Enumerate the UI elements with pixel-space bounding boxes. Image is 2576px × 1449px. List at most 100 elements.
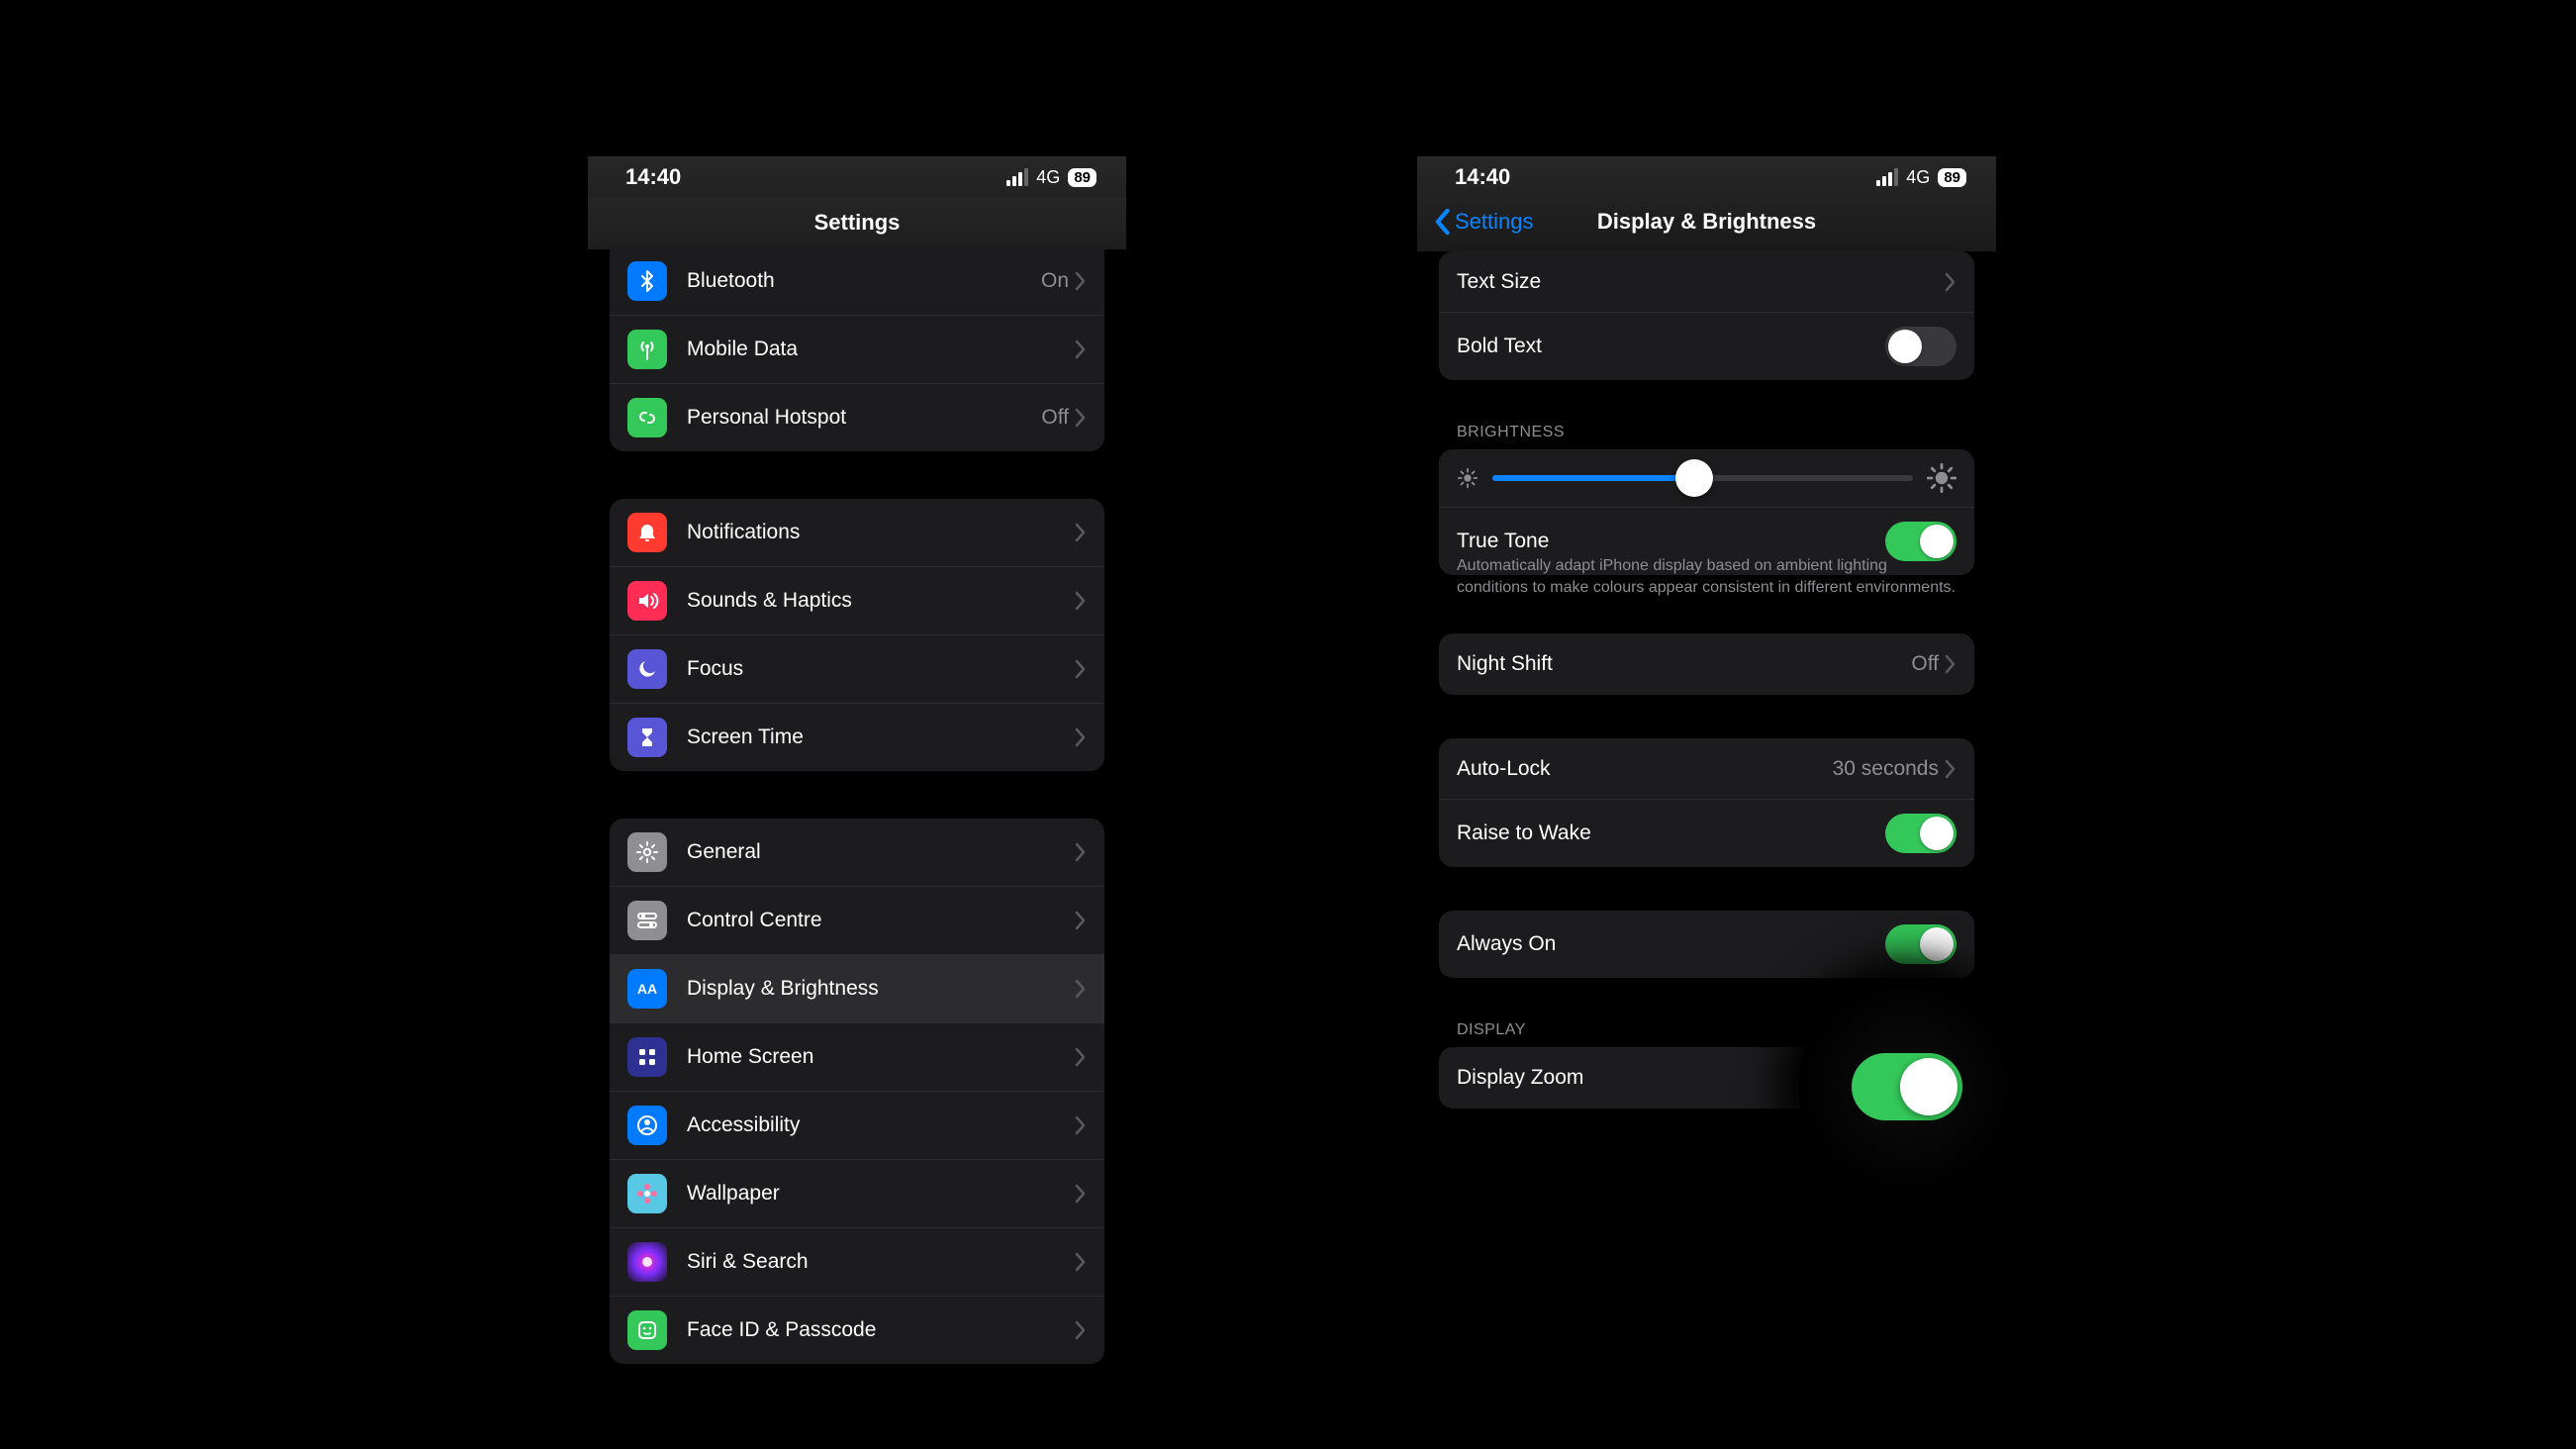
group-lock: Auto-Lock 30 seconds Raise to Wake bbox=[1439, 738, 1974, 867]
svg-text:AA: AA bbox=[637, 981, 657, 997]
row-label: Home Screen bbox=[687, 1045, 1075, 1069]
row-label: Siri & Search bbox=[687, 1250, 1075, 1274]
true-tone-footnote: Automatically adapt iPhone display based… bbox=[1457, 555, 1956, 598]
chevron-right-icon bbox=[1075, 591, 1087, 611]
antenna-icon bbox=[627, 330, 667, 369]
link-icon bbox=[627, 398, 667, 437]
chevron-right-icon bbox=[1075, 842, 1087, 862]
battery-pill: 89 bbox=[1068, 168, 1097, 187]
row-label: Auto-Lock bbox=[1457, 757, 1833, 781]
display-brightness-screen: 14:40 4G 89 Settings Display & Brightnes… bbox=[1417, 156, 1996, 1109]
row-text-size[interactable]: Text Size bbox=[1439, 251, 1974, 313]
settings-screen: 14:40 4G 89 Settings BluetoothOn Mobile D… bbox=[588, 156, 1126, 1364]
settings-row-wallpaper[interactable]: Wallpaper bbox=[610, 1160, 1104, 1228]
chevron-right-icon bbox=[1945, 759, 1956, 779]
speaker-icon bbox=[627, 581, 667, 621]
chevron-right-icon bbox=[1075, 1252, 1087, 1272]
always-on-toggle-zoomed[interactable] bbox=[1852, 1053, 1962, 1120]
group-night-shift: Night Shift Off bbox=[1439, 633, 1974, 695]
chevron-right-icon bbox=[1075, 1184, 1087, 1204]
chevron-right-icon bbox=[1075, 1320, 1087, 1340]
chevron-right-icon bbox=[1075, 1115, 1087, 1135]
settings-group-alerts: Notifications Sounds & Haptics Focus Screen… bbox=[610, 499, 1104, 771]
raise-to-wake-toggle[interactable] bbox=[1885, 814, 1956, 853]
row-value: 30 seconds bbox=[1833, 757, 1939, 781]
grid-icon bbox=[627, 1037, 667, 1077]
row-value: On bbox=[1041, 269, 1069, 293]
network-label: 4G bbox=[1906, 167, 1930, 188]
settings-row-accessibility[interactable]: Accessibility bbox=[610, 1092, 1104, 1160]
row-label: Control Centre bbox=[687, 909, 1075, 932]
chevron-right-icon bbox=[1075, 911, 1087, 930]
bluetooth-icon bbox=[627, 261, 667, 301]
row-label: Sounds & Haptics bbox=[687, 589, 1075, 613]
settings-row-mobile-data[interactable]: Mobile Data bbox=[610, 316, 1104, 384]
settings-row-bluetooth[interactable]: BluetoothOn bbox=[610, 247, 1104, 316]
sun-large-icon bbox=[1927, 463, 1956, 493]
signal-icon bbox=[1006, 168, 1028, 186]
status-time: 14:40 bbox=[625, 164, 681, 190]
row-label: Always On bbox=[1457, 932, 1885, 956]
always-on-toggle[interactable] bbox=[1885, 924, 1956, 964]
back-button[interactable]: Settings bbox=[1433, 208, 1534, 236]
row-label: Notifications bbox=[687, 521, 1075, 544]
settings-row-siri-search[interactable]: Siri & Search bbox=[610, 1228, 1104, 1297]
row-always-on: Always On bbox=[1439, 911, 1974, 978]
back-label: Settings bbox=[1455, 209, 1534, 235]
settings-row-focus[interactable]: Focus bbox=[610, 635, 1104, 704]
always-on-zoom-highlight bbox=[1798, 978, 2016, 1196]
bold-text-toggle[interactable] bbox=[1885, 327, 1956, 366]
row-bold-text: Bold Text bbox=[1439, 313, 1974, 380]
flower-icon bbox=[627, 1174, 667, 1213]
row-label: Focus bbox=[687, 657, 1075, 681]
switches-icon bbox=[627, 901, 667, 940]
row-label: Text Size bbox=[1457, 270, 1945, 294]
settings-row-personal-hotspot[interactable]: Personal HotspotOff bbox=[610, 384, 1104, 451]
chevron-right-icon bbox=[1075, 339, 1087, 359]
person-icon bbox=[627, 1106, 667, 1145]
row-label: Accessibility bbox=[687, 1113, 1075, 1137]
row-label: Bluetooth bbox=[687, 269, 1041, 293]
row-label: Mobile Data bbox=[687, 338, 1075, 361]
siri-icon bbox=[627, 1242, 667, 1282]
true-tone-toggle[interactable] bbox=[1885, 522, 1956, 561]
chevron-right-icon bbox=[1945, 272, 1956, 292]
group-text: Text Size Bold Text bbox=[1439, 251, 1974, 380]
gear-icon bbox=[627, 832, 667, 872]
chevron-right-icon bbox=[1075, 1047, 1087, 1067]
row-value: Off bbox=[1911, 652, 1939, 676]
bell-icon bbox=[627, 513, 667, 552]
row-label: True Tone bbox=[1457, 530, 1885, 553]
row-value: Off bbox=[1041, 406, 1069, 430]
chevron-right-icon bbox=[1075, 979, 1087, 999]
chevron-right-icon bbox=[1075, 408, 1087, 428]
row-auto-lock[interactable]: Auto-Lock 30 seconds bbox=[1439, 738, 1974, 800]
face-icon bbox=[627, 1310, 667, 1350]
row-label: Face ID & Passcode bbox=[687, 1318, 1075, 1342]
row-label: General bbox=[687, 840, 1075, 864]
row-label: Bold Text bbox=[1457, 335, 1885, 358]
settings-group-connectivity: BluetoothOn Mobile Data Personal HotspotOf… bbox=[610, 247, 1104, 451]
row-raise-to-wake: Raise to Wake bbox=[1439, 800, 1974, 867]
settings-row-notifications[interactable]: Notifications bbox=[610, 499, 1104, 567]
signal-icon bbox=[1876, 168, 1898, 186]
settings-row-sounds-haptics[interactable]: Sounds & Haptics bbox=[610, 567, 1104, 635]
settings-row-display-brightness[interactable]: AA Display & Brightness bbox=[610, 955, 1104, 1023]
brightness-slider[interactable] bbox=[1492, 475, 1913, 481]
settings-row-home-screen[interactable]: Home Screen bbox=[610, 1023, 1104, 1092]
row-label: Personal Hotspot bbox=[687, 406, 1041, 430]
page-title: Settings bbox=[588, 198, 1126, 249]
battery-pill: 89 bbox=[1938, 168, 1966, 187]
row-night-shift[interactable]: Night Shift Off bbox=[1439, 633, 1974, 695]
settings-row-screen-time[interactable]: Screen Time bbox=[610, 704, 1104, 771]
chevron-right-icon bbox=[1945, 654, 1956, 674]
row-label: Wallpaper bbox=[687, 1182, 1075, 1206]
row-label: Display & Brightness bbox=[687, 977, 1075, 1001]
settings-row-control-centre[interactable]: Control Centre bbox=[610, 887, 1104, 955]
settings-row-general[interactable]: General bbox=[610, 819, 1104, 887]
moon-icon bbox=[627, 649, 667, 689]
status-bar: 14:40 4G 89 bbox=[588, 156, 1126, 198]
chevron-right-icon bbox=[1075, 523, 1087, 542]
settings-row-face-id-passcode[interactable]: Face ID & Passcode bbox=[610, 1297, 1104, 1364]
chevron-right-icon bbox=[1075, 271, 1087, 291]
